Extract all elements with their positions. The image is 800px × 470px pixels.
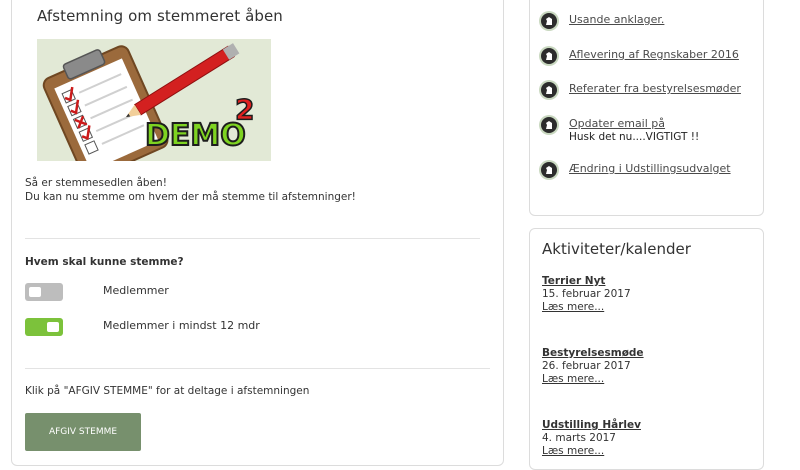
toggle-knob: [29, 287, 41, 297]
divider: [25, 238, 480, 239]
read-more-link[interactable]: Læs mere...: [542, 373, 644, 386]
option-label-members: Medlemmer: [103, 284, 169, 297]
event-date: 15. februar 2017: [542, 288, 631, 300]
read-more-link[interactable]: Læs mere...: [542, 301, 631, 314]
horse-head-icon: [541, 117, 557, 133]
news-link[interactable]: Opdater email på: [569, 117, 665, 130]
news-link[interactable]: Referater fra bestyrelsesmøder: [569, 82, 741, 95]
demo-label: DEMO: [145, 118, 246, 153]
vote-instruction: Klik på "AFGIV STEMME" for at deltage i …: [25, 385, 310, 397]
option-label-members-12-months: Medlemmer i mindst 12 mdr: [103, 319, 260, 332]
intro-line-2: Du kan nu stemme om hvem der må stemme t…: [25, 191, 356, 203]
event-title-link[interactable]: Bestyrelsesmøde: [542, 347, 644, 360]
calendar-event: Udstilling Hårlev 4. marts 2017 Læs mere…: [542, 419, 641, 458]
horse-head-icon: [541, 82, 557, 98]
news-panel: [529, 0, 764, 216]
event-date: 4. marts 2017: [542, 432, 616, 444]
toggle-members-12-months[interactable]: [25, 318, 63, 336]
submit-vote-button[interactable]: AFGIV STEMME: [25, 413, 141, 451]
vote-question: Hvem skal kunne stemme?: [25, 256, 184, 268]
calendar-event: Terrier Nyt 15. februar 2017 Læs mere...: [542, 275, 631, 314]
demo-clipboard-image: DEMO 2: [37, 39, 271, 161]
intro-line-1: Så er stemmesedlen åben!: [25, 177, 167, 189]
demo-superscript: 2: [235, 93, 254, 126]
news-link[interactable]: Ændring i Udstillingsudvalget: [569, 162, 731, 175]
calendar-title: Aktiviteter/kalender: [542, 240, 691, 258]
horse-head-icon: [541, 13, 557, 29]
calendar-event: Bestyrelsesmøde 26. februar 2017 Læs mer…: [542, 347, 644, 386]
toggle-knob: [47, 322, 59, 332]
page-title: Afstemning om stemmeret åben: [37, 7, 283, 25]
news-subtext: Husk det nu....VIGTIGT !!: [569, 131, 700, 143]
toggle-members[interactable]: [25, 283, 63, 301]
horse-head-icon: [541, 162, 557, 178]
event-title-link[interactable]: Terrier Nyt: [542, 275, 631, 288]
horse-head-icon: [541, 48, 557, 64]
event-date: 26. februar 2017: [542, 360, 631, 372]
news-link[interactable]: Usande anklager.: [569, 13, 664, 26]
divider: [25, 368, 490, 369]
event-title-link[interactable]: Udstilling Hårlev: [542, 419, 641, 432]
news-link[interactable]: Aflevering af Regnskaber 2016: [569, 48, 739, 61]
